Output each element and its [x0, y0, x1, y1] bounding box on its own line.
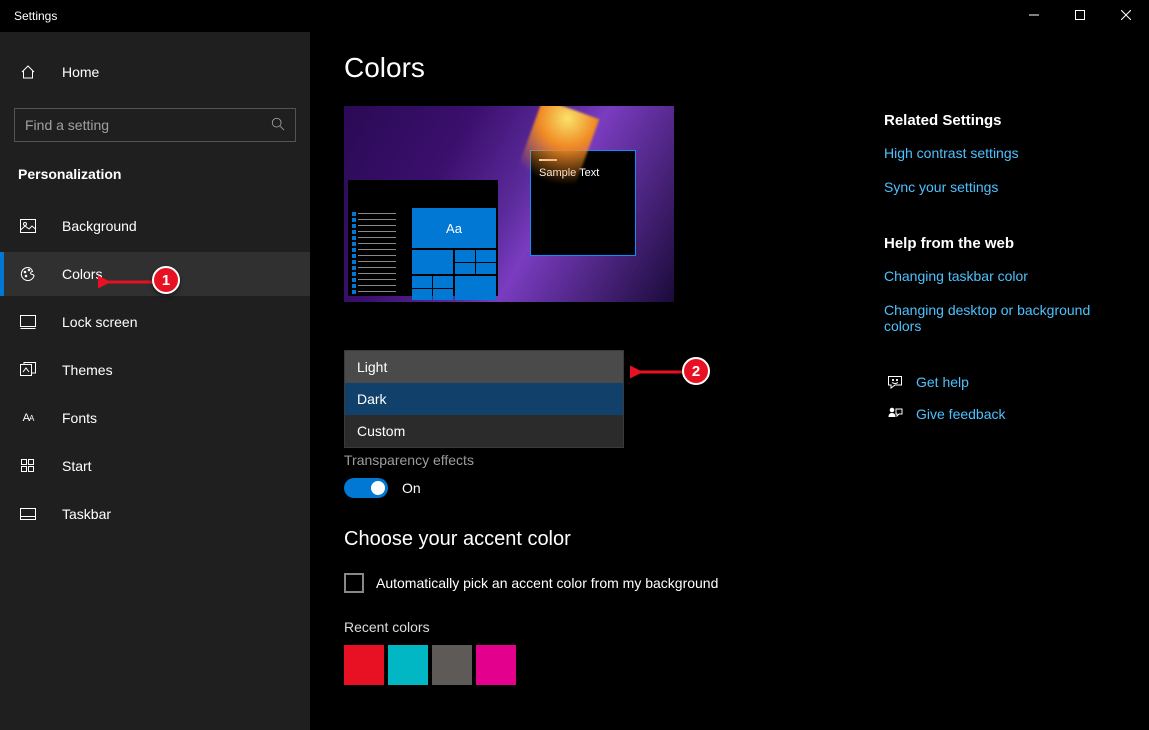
recent-colors — [344, 645, 884, 685]
annotation-badge-1: 1 — [152, 266, 180, 294]
palette-icon — [18, 266, 38, 282]
sidebar-item-themes[interactable]: Themes — [0, 348, 310, 392]
page-title: Colors — [344, 52, 1119, 84]
link-get-help[interactable]: Get help — [916, 374, 969, 390]
dropdown-option-light[interactable]: Light — [345, 351, 623, 383]
dropdown-option-custom[interactable]: Custom — [345, 415, 623, 447]
preview-sample-window: Sample Text — [530, 150, 636, 256]
preview-start-menu: Aa — [348, 180, 498, 296]
color-swatch[interactable] — [476, 645, 516, 685]
title-bar: Settings — [0, 0, 1149, 32]
annotation-badge-2: 2 — [682, 357, 710, 385]
search-icon — [271, 117, 285, 134]
sidebar-item-lock-screen[interactable]: Lock screen — [0, 300, 310, 344]
color-swatch[interactable] — [344, 645, 384, 685]
color-swatch[interactable] — [432, 645, 472, 685]
preview-tile-aa: Aa — [412, 208, 496, 248]
home-button[interactable]: Home — [0, 50, 310, 94]
section-heading: Personalization — [0, 142, 310, 190]
recent-colors-label: Recent colors — [344, 619, 884, 635]
home-label: Home — [62, 64, 99, 80]
help-web-heading: Help from the web — [884, 235, 1119, 252]
sidebar-item-label: Colors — [62, 266, 102, 282]
lock-screen-icon — [18, 315, 38, 329]
sidebar-item-label: Start — [62, 458, 92, 474]
home-icon — [18, 64, 38, 80]
fonts-icon: AA — [18, 412, 38, 424]
accent-color-heading: Choose your accent color — [344, 528, 884, 551]
link-changing-taskbar-color[interactable]: Changing taskbar color — [884, 268, 1104, 284]
close-button[interactable] — [1103, 0, 1149, 30]
link-give-feedback[interactable]: Give feedback — [916, 406, 1006, 422]
taskbar-icon — [18, 508, 38, 520]
auto-accent-row[interactable]: Automatically pick an accent color from … — [344, 573, 884, 593]
minimize-button[interactable] — [1011, 0, 1057, 30]
auto-accent-checkbox[interactable] — [344, 573, 364, 593]
theme-preview: Aa Sample Text — [344, 106, 674, 302]
sidebar-item-label: Fonts — [62, 410, 97, 426]
auto-accent-label: Automatically pick an accent color from … — [376, 575, 718, 591]
sidebar-item-label: Lock screen — [62, 314, 137, 330]
picture-icon — [18, 219, 38, 233]
link-changing-desktop-colors[interactable]: Changing desktop or background colors — [884, 302, 1104, 334]
sidebar-item-taskbar[interactable]: Taskbar — [0, 492, 310, 536]
nav-list: Background Colors Lock screen Themes AA … — [0, 204, 310, 536]
dropdown-option-dark[interactable]: Dark — [345, 383, 623, 415]
preview-sample-text: Sample Text — [531, 167, 635, 179]
color-mode-dropdown[interactable]: Light Dark Custom — [344, 350, 624, 448]
start-icon — [18, 459, 38, 473]
get-help-icon — [884, 374, 906, 390]
transparency-label: Transparency effects — [344, 452, 884, 468]
maximize-button[interactable] — [1057, 0, 1103, 30]
sidebar-item-background[interactable]: Background — [0, 204, 310, 248]
right-column: Related Settings High contrast settings … — [884, 106, 1119, 685]
transparency-value: On — [402, 480, 421, 496]
sidebar-item-label: Taskbar — [62, 506, 111, 522]
link-sync-settings[interactable]: Sync your settings — [884, 179, 1104, 195]
sidebar-item-label: Themes — [62, 362, 113, 378]
sidebar-item-start[interactable]: Start — [0, 444, 310, 488]
search-box[interactable] — [14, 108, 296, 142]
sidebar-item-fonts[interactable]: AA Fonts — [0, 396, 310, 440]
window-title: Settings — [0, 9, 57, 23]
window-controls — [1011, 0, 1149, 30]
transparency-toggle[interactable] — [344, 478, 388, 498]
feedback-icon — [884, 406, 906, 422]
color-swatch[interactable] — [388, 645, 428, 685]
sidebar: Home Personalization Background Colors L… — [0, 32, 310, 730]
search-input[interactable] — [25, 117, 271, 133]
link-high-contrast[interactable]: High contrast settings — [884, 145, 1104, 161]
themes-icon — [18, 362, 38, 378]
sidebar-item-label: Background — [62, 218, 137, 234]
related-settings-heading: Related Settings — [884, 112, 1119, 129]
